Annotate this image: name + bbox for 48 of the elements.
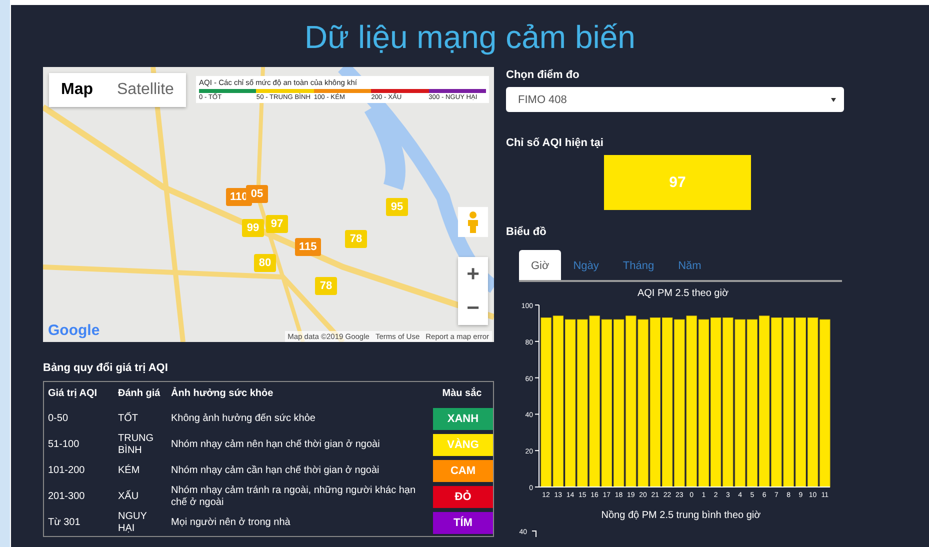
- aqi-marker[interactable]: 115: [295, 238, 321, 256]
- column-header: Đánh giá: [114, 382, 167, 406]
- aqi-marker[interactable]: 05: [246, 185, 268, 203]
- caret-icon: [831, 98, 836, 102]
- table-cell: 101-200: [44, 458, 114, 484]
- y-axis: [532, 530, 536, 537]
- section-label: Chỉ số AQI hiện tại: [506, 137, 604, 149]
- table-cell: 201-300: [44, 484, 114, 510]
- column-header: Giá trị AQI: [44, 382, 114, 406]
- chart-tab[interactable]: Giờ: [519, 250, 562, 280]
- zoom-out-button[interactable]: −: [458, 291, 488, 325]
- table-cell: Mọi người nên ở trong nhà: [167, 510, 431, 536]
- chart-tab[interactable]: Năm: [666, 250, 714, 280]
- color-badge: ĐỎ: [433, 486, 493, 508]
- map-logo: Google: [48, 322, 100, 339]
- table-cell: 51-100: [44, 432, 114, 458]
- table-cell-text: Nhóm nhạy cảm nên hạn chế thời gian ở ngoài: [170, 438, 381, 452]
- table-cell-text: Nhóm nhạy cảm cần hạn chế thời gian ở ngoài: [170, 464, 380, 478]
- color-badge: XANH: [433, 408, 493, 430]
- page-title: Dữ liệu mạng cảm biến: [304, 19, 636, 57]
- table-cell: Từ 301: [44, 510, 114, 536]
- column-header: Màu sắc: [431, 382, 494, 406]
- section-label: Biểu đồ: [506, 226, 546, 238]
- color-badge: CAM: [433, 460, 493, 482]
- street-view-button[interactable]: [458, 207, 488, 237]
- color-badge: VÀNG: [433, 434, 493, 456]
- table-cell-text: TRUNG BÌNH: [117, 432, 155, 458]
- zoom-in-button[interactable]: +: [458, 257, 488, 291]
- color-badge: TÍM: [433, 512, 493, 534]
- table-cell-text: TỐT: [117, 411, 139, 426]
- station-select[interactable]: FIMO 408: [506, 87, 844, 112]
- chart-title: AQI PM 2.5 theo giờ: [637, 288, 729, 299]
- field-label: Chọn điểm đo: [506, 69, 580, 81]
- table-cell: 0-50: [44, 406, 114, 432]
- map-type-tab[interactable]: Satellite: [105, 73, 186, 107]
- person-icon: [467, 211, 479, 233]
- table-cell-text: Không ảnh hưởng đến sức khỏe: [170, 412, 316, 426]
- chart-title: Nồng độ PM 2.5 trung bình theo giờ: [601, 510, 761, 521]
- aqi-value-box: 97: [604, 155, 751, 210]
- chart-tab[interactable]: Ngày: [561, 250, 611, 280]
- table-title: Bảng quy đổi giá trị AQI: [43, 362, 168, 374]
- chart-tab[interactable]: Tháng: [610, 250, 666, 280]
- table-cell-text: XẤU: [117, 489, 140, 504]
- table-cell-text: Nhóm nhạy cảm tránh ra ngoài, những người khác hạn chế ở ngoài: [170, 484, 417, 510]
- table-cell: NGUY HẠI: [114, 510, 167, 536]
- table-cell-text: KÉM: [117, 463, 141, 478]
- map-type-tab[interactable]: Map: [49, 73, 105, 107]
- column-header: Ảnh hưởng sức khỏe: [167, 382, 431, 406]
